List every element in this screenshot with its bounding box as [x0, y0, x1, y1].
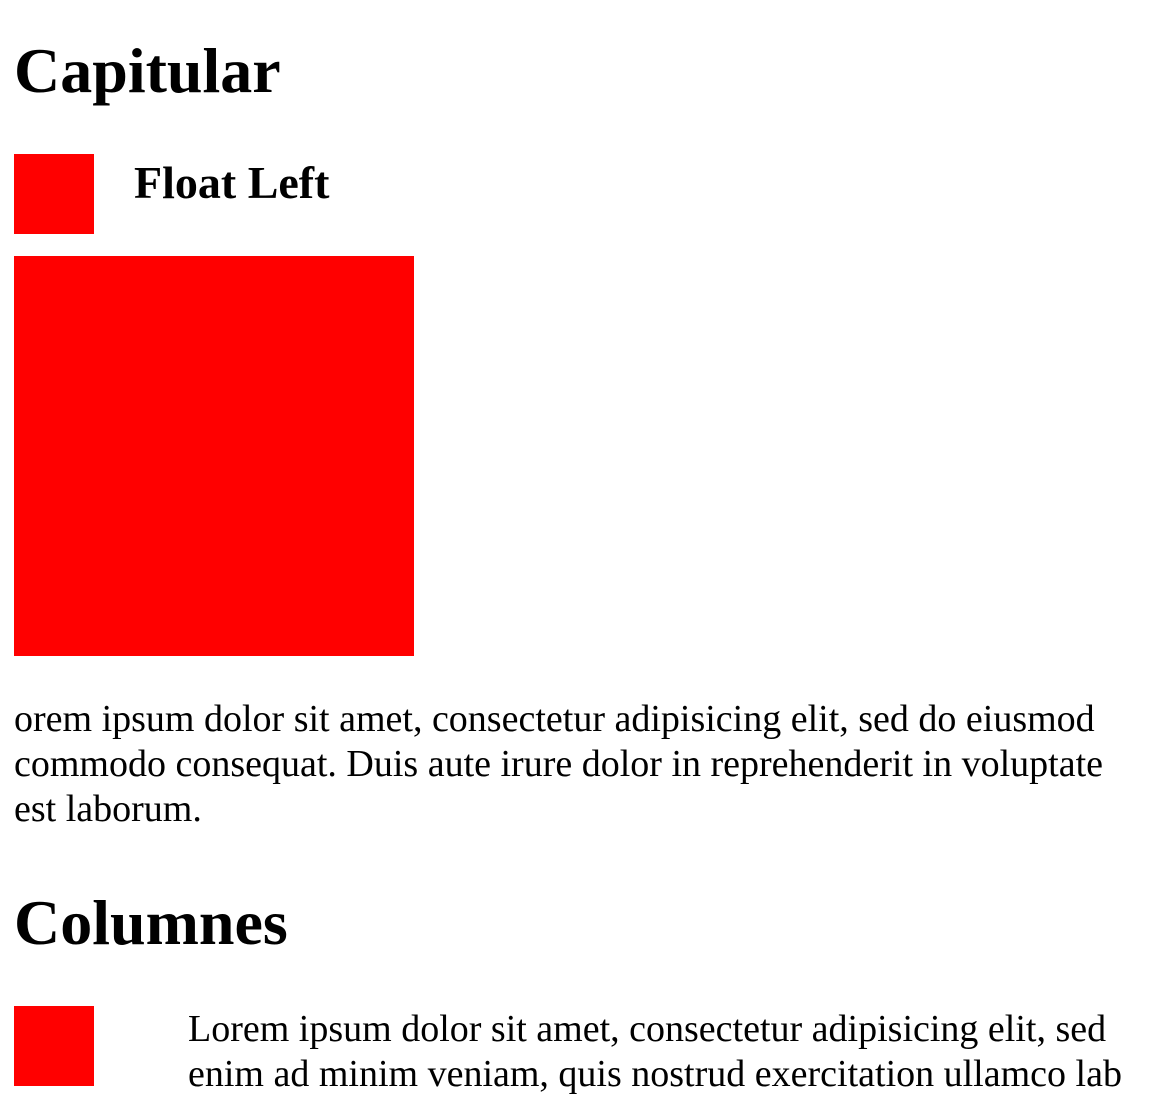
large-red-box — [14, 256, 414, 656]
column-red-box — [14, 1006, 94, 1086]
columnes-paragraph-line-1: Lorem ipsum dolor sit amet, consectetur … — [188, 1008, 1107, 1050]
subsection-title-float-left: Float Left — [134, 157, 330, 208]
page: Capitular Float Left orem ipsum dolor si… — [0, 0, 1160, 1100]
small-red-box — [14, 154, 94, 234]
section-title-capitular: Capitular — [14, 35, 281, 106]
capitular-paragraph-line-1: orem ipsum dolor sit amet, consectetur a… — [14, 698, 1095, 740]
section-title-columnes: Columnes — [14, 887, 288, 958]
capitular-paragraph-line-2: commodo consequat. Duis aute irure dolor… — [14, 743, 1104, 785]
columnes-paragraph-line-2: enim ad minim veniam, quis nostrud exerc… — [188, 1053, 1122, 1095]
capitular-paragraph-line-3: est laborum. — [14, 788, 202, 830]
